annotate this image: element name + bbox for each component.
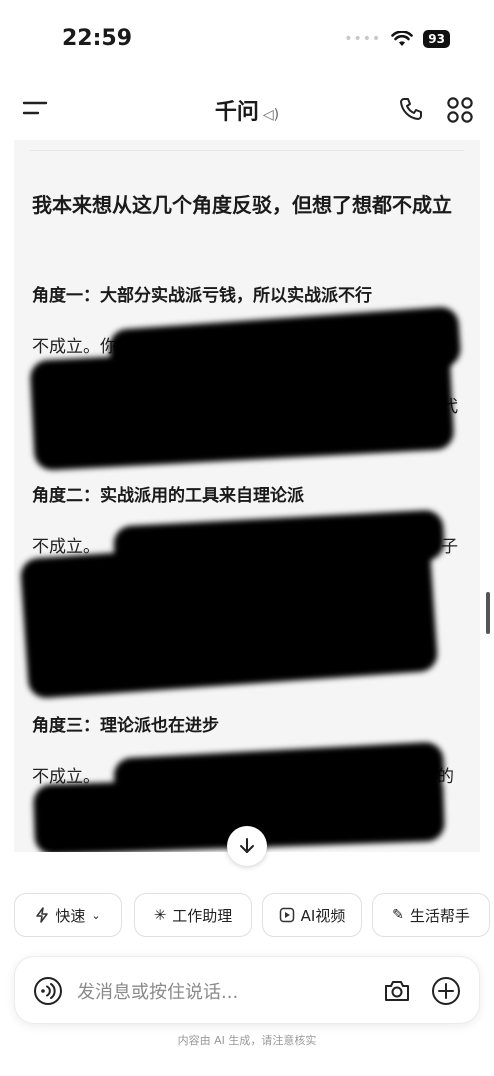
redaction-mark xyxy=(19,530,439,700)
scroll-down-button[interactable] xyxy=(227,826,267,866)
quick-action-life-helper[interactable]: ✎ 生活帮手 xyxy=(372,893,490,937)
quick-action-row: 快速 ⌄ ✳ 工作助理 AI视频 ✎ 生活帮手 xyxy=(14,893,494,939)
video-icon xyxy=(279,907,294,923)
message-input[interactable] xyxy=(75,977,359,1007)
chevron-down-icon: ⌄ xyxy=(91,908,101,922)
message-heading: 我本来想从这几个角度反驳，但想了想都不成立 xyxy=(32,193,452,217)
camera-icon[interactable] xyxy=(383,977,411,1005)
chip-label: AI视频 xyxy=(300,906,346,925)
angle-title: 角度三：理论派也在进步 xyxy=(32,716,219,736)
signal-icon: •••• xyxy=(344,31,382,47)
status-bar: 22:59 •••• 93 xyxy=(0,0,494,80)
quick-action-work-assistant[interactable]: ✳ 工作助理 xyxy=(134,893,252,937)
quick-action-ai-video[interactable]: AI视频 xyxy=(262,893,362,937)
life-helper-icon: ✎ xyxy=(392,907,404,923)
speaker-icon[interactable]: ◁) xyxy=(263,107,279,123)
arrow-down-icon xyxy=(240,838,254,853)
chat-message-area[interactable]: 我本来想从这几个角度反驳，但想了想都不成立 角度一：大部分实战派亏钱，所以实战派… xyxy=(14,140,480,852)
phone-icon[interactable] xyxy=(398,96,424,122)
scrollbar[interactable] xyxy=(486,592,490,634)
voice-input-icon[interactable] xyxy=(33,976,63,1006)
nav-header: 千问 ◁) xyxy=(0,80,494,136)
chip-label: 生活帮手 xyxy=(409,906,470,925)
chip-label: 工作助理 xyxy=(172,906,233,925)
chip-label: 快速 xyxy=(55,906,86,925)
ai-disclaimer: 内容由 AI 生成，请注意核实 xyxy=(177,1034,317,1047)
divider xyxy=(30,150,464,151)
lightning-icon xyxy=(36,907,49,923)
apps-grid-icon[interactable] xyxy=(446,96,474,124)
redaction-mark xyxy=(29,339,455,471)
angle-title: 角度二：实战派用的工具来自理论派 xyxy=(32,486,304,506)
wifi-icon xyxy=(391,31,414,46)
message-input-bar xyxy=(14,956,480,1024)
sparkle-icon: ✳ xyxy=(153,906,167,924)
angle-title: 角度一：大部分实战派亏钱，所以实战派不行 xyxy=(32,286,372,306)
status-icons: •••• 93 xyxy=(344,30,450,48)
plus-icon[interactable] xyxy=(431,976,461,1006)
page-title-text: 千问 xyxy=(214,100,259,125)
quick-action-fast[interactable]: 快速 ⌄ xyxy=(14,893,122,937)
status-time: 22:59 xyxy=(62,26,133,51)
battery-indicator: 93 xyxy=(423,30,450,48)
